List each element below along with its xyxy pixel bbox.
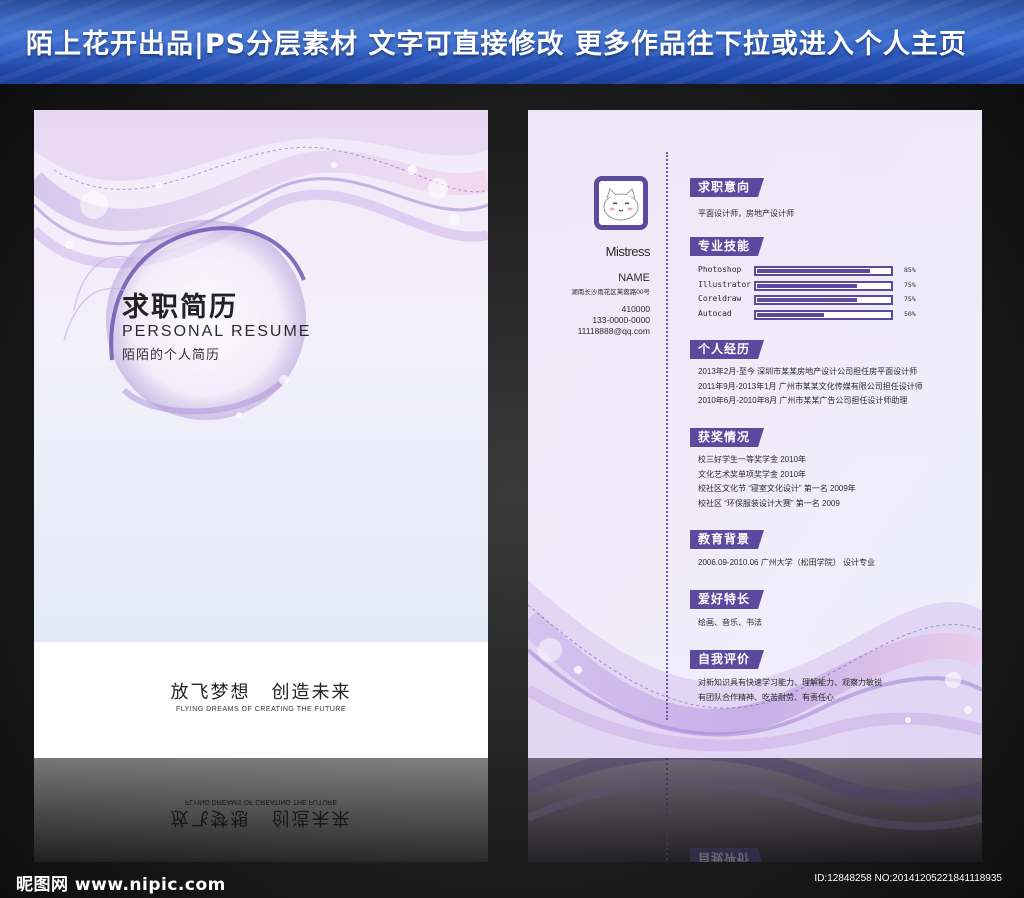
skill-bar (754, 309, 893, 320)
banner-text: 陌上花开出品|PS分层素材 文字可直接修改 更多作品往下拉或进入个人主页 (26, 29, 967, 60)
profile-name: Mistress (605, 244, 651, 259)
profile-zip: 410000 (621, 304, 650, 314)
reflection-slogan-en: FLYING DREAMS OF CREATING THE FUTURE (184, 798, 338, 805)
experience-line: 2011年9月-2013年1月 广州市某某文化传媒有限公司担任设计师 (698, 381, 923, 391)
skill-name: Illustrator (698, 279, 751, 289)
cover-subtitle: 陌陌的个人简历 (122, 347, 221, 362)
profile-phone: 133-0000-0000 (592, 315, 650, 325)
award-line: 校三好学生一等奖学金 2010年 (698, 455, 807, 464)
reflection-slogan-cn: 放飞梦想 创造未来 (170, 808, 352, 828)
skill-name: Coreldraw (698, 294, 742, 303)
skill-percent: 50% (904, 309, 916, 318)
section-experience-title: 个人经历 (690, 340, 765, 359)
avatar (594, 176, 648, 230)
profile-name-label: NAME (618, 272, 650, 284)
content-reflection: 自我评价 (528, 758, 982, 862)
skill-row: Autocad 50% (698, 309, 978, 321)
section-skills-title: 专业技能 (690, 237, 765, 256)
nipic-watermark: 昵图网 www.nipic.com (16, 875, 226, 895)
skill-percent: 85% (904, 266, 916, 274)
section-hobbies-title: 爱好特长 (690, 590, 765, 609)
cover-wave-art (34, 110, 488, 642)
cover-title-en: PERSONAL RESUME (122, 323, 312, 340)
skill-percent: 75% (904, 280, 916, 289)
skill-row: Photoshop 85% (698, 265, 978, 277)
section-awards-title: 获奖情况 (690, 428, 765, 447)
section-job-text: 平面设计师，房地产设计师 (698, 209, 794, 218)
cover-title: 求职简历 (122, 292, 238, 323)
skill-bar-fill (757, 298, 857, 302)
experience-line: 2013年2月-至今 深圳市某某房地产设计公司担任房平面设计师 (698, 367, 918, 376)
section-awards-lines: 校三好学生一等奖学金 2010年 文化艺术奖单项奖学金 2010年 校社区文化节… (698, 453, 856, 511)
reflection-wave-art (528, 758, 982, 862)
skill-bar-fill (757, 312, 824, 317)
vertical-divider (666, 152, 668, 720)
section-experience-lines: 2013年2月-至今 深圳市某某房地产设计公司担任房平面设计师 2011年9月-… (698, 365, 923, 409)
reflection-section-title: 自我评价 (690, 848, 759, 862)
cover-reflection: FLYING DREAMS OF CREATING THE FUTURE 放飞梦… (34, 758, 488, 862)
image-id-text: ID:12848258 NO:20141205221841118935 (814, 873, 1002, 884)
self-line: 有团队合作精神、吃苦耐劳、有责任心 (698, 692, 834, 702)
skill-name: Photoshop (698, 265, 742, 274)
self-line: 对新知识具有快速学习能力、理解能力、观察力敏锐 (698, 678, 882, 687)
skill-name: Autocad (698, 308, 732, 318)
profile-email: 11118888@qq.com (577, 326, 650, 336)
skill-bar (754, 295, 893, 305)
cover-slogan: 放飞梦想 创造未来 (170, 682, 352, 702)
skill-bar (754, 266, 893, 276)
profile-address: 湖南长沙雨花区芙蓉路00号 (571, 289, 650, 296)
section-self-lines: 对新知识具有快速学习能力、理解能力、观察力敏锐 有团队合作精神、吃苦耐劳、有责任… (698, 676, 882, 705)
skill-percent: 75% (904, 295, 916, 303)
section-hobbies-text: 绘画、音乐、书法 (698, 618, 762, 627)
top-banner: 陌上花开出品|PS分层素材 文字可直接修改 更多作品往下拉或进入个人主页 (0, 0, 1024, 84)
section-education-text: 2006.09-2010.06 广州大学（松田学院） 设计专业 (698, 558, 875, 567)
award-line: 文化艺术奖单项奖学金 2010年 (698, 469, 807, 479)
section-education-title: 教育背景 (690, 530, 765, 549)
skill-bar-fill (757, 283, 857, 288)
skill-row: Illustrator 75% (698, 280, 978, 292)
award-line: 校社区文化节 “寝室文化设计” 第一名 2009年 (698, 484, 856, 493)
skill-bar (754, 280, 893, 291)
cover-slogan-en: FLYING DREAMS OF CREATING THE FUTURE (175, 706, 347, 713)
resume-cover-page: 求职简历 PERSONAL RESUME 陌陌的个人简历 放飞梦想 创造未来 F… (34, 110, 488, 758)
avatar-cat-icon (603, 188, 639, 221)
section-job-title: 求职意向 (690, 178, 765, 197)
profile-contact: 410000 133-0000-0000 11118888@qq.com (578, 304, 650, 337)
skill-row: Coreldraw 75% (698, 294, 978, 306)
section-self-title: 自我评价 (690, 650, 765, 669)
award-line: 校社区 “环保服装设计大赛” 第一名 2009 (698, 498, 840, 508)
skill-bar-fill (757, 269, 870, 273)
experience-line: 2010年6月-2010年8月 广州市某某广告公司担任设计师助理 (698, 396, 908, 405)
resume-content-page: Mistress NAME 湖南长沙雨花区芙蓉路00号 410000 133-0… (528, 110, 982, 758)
